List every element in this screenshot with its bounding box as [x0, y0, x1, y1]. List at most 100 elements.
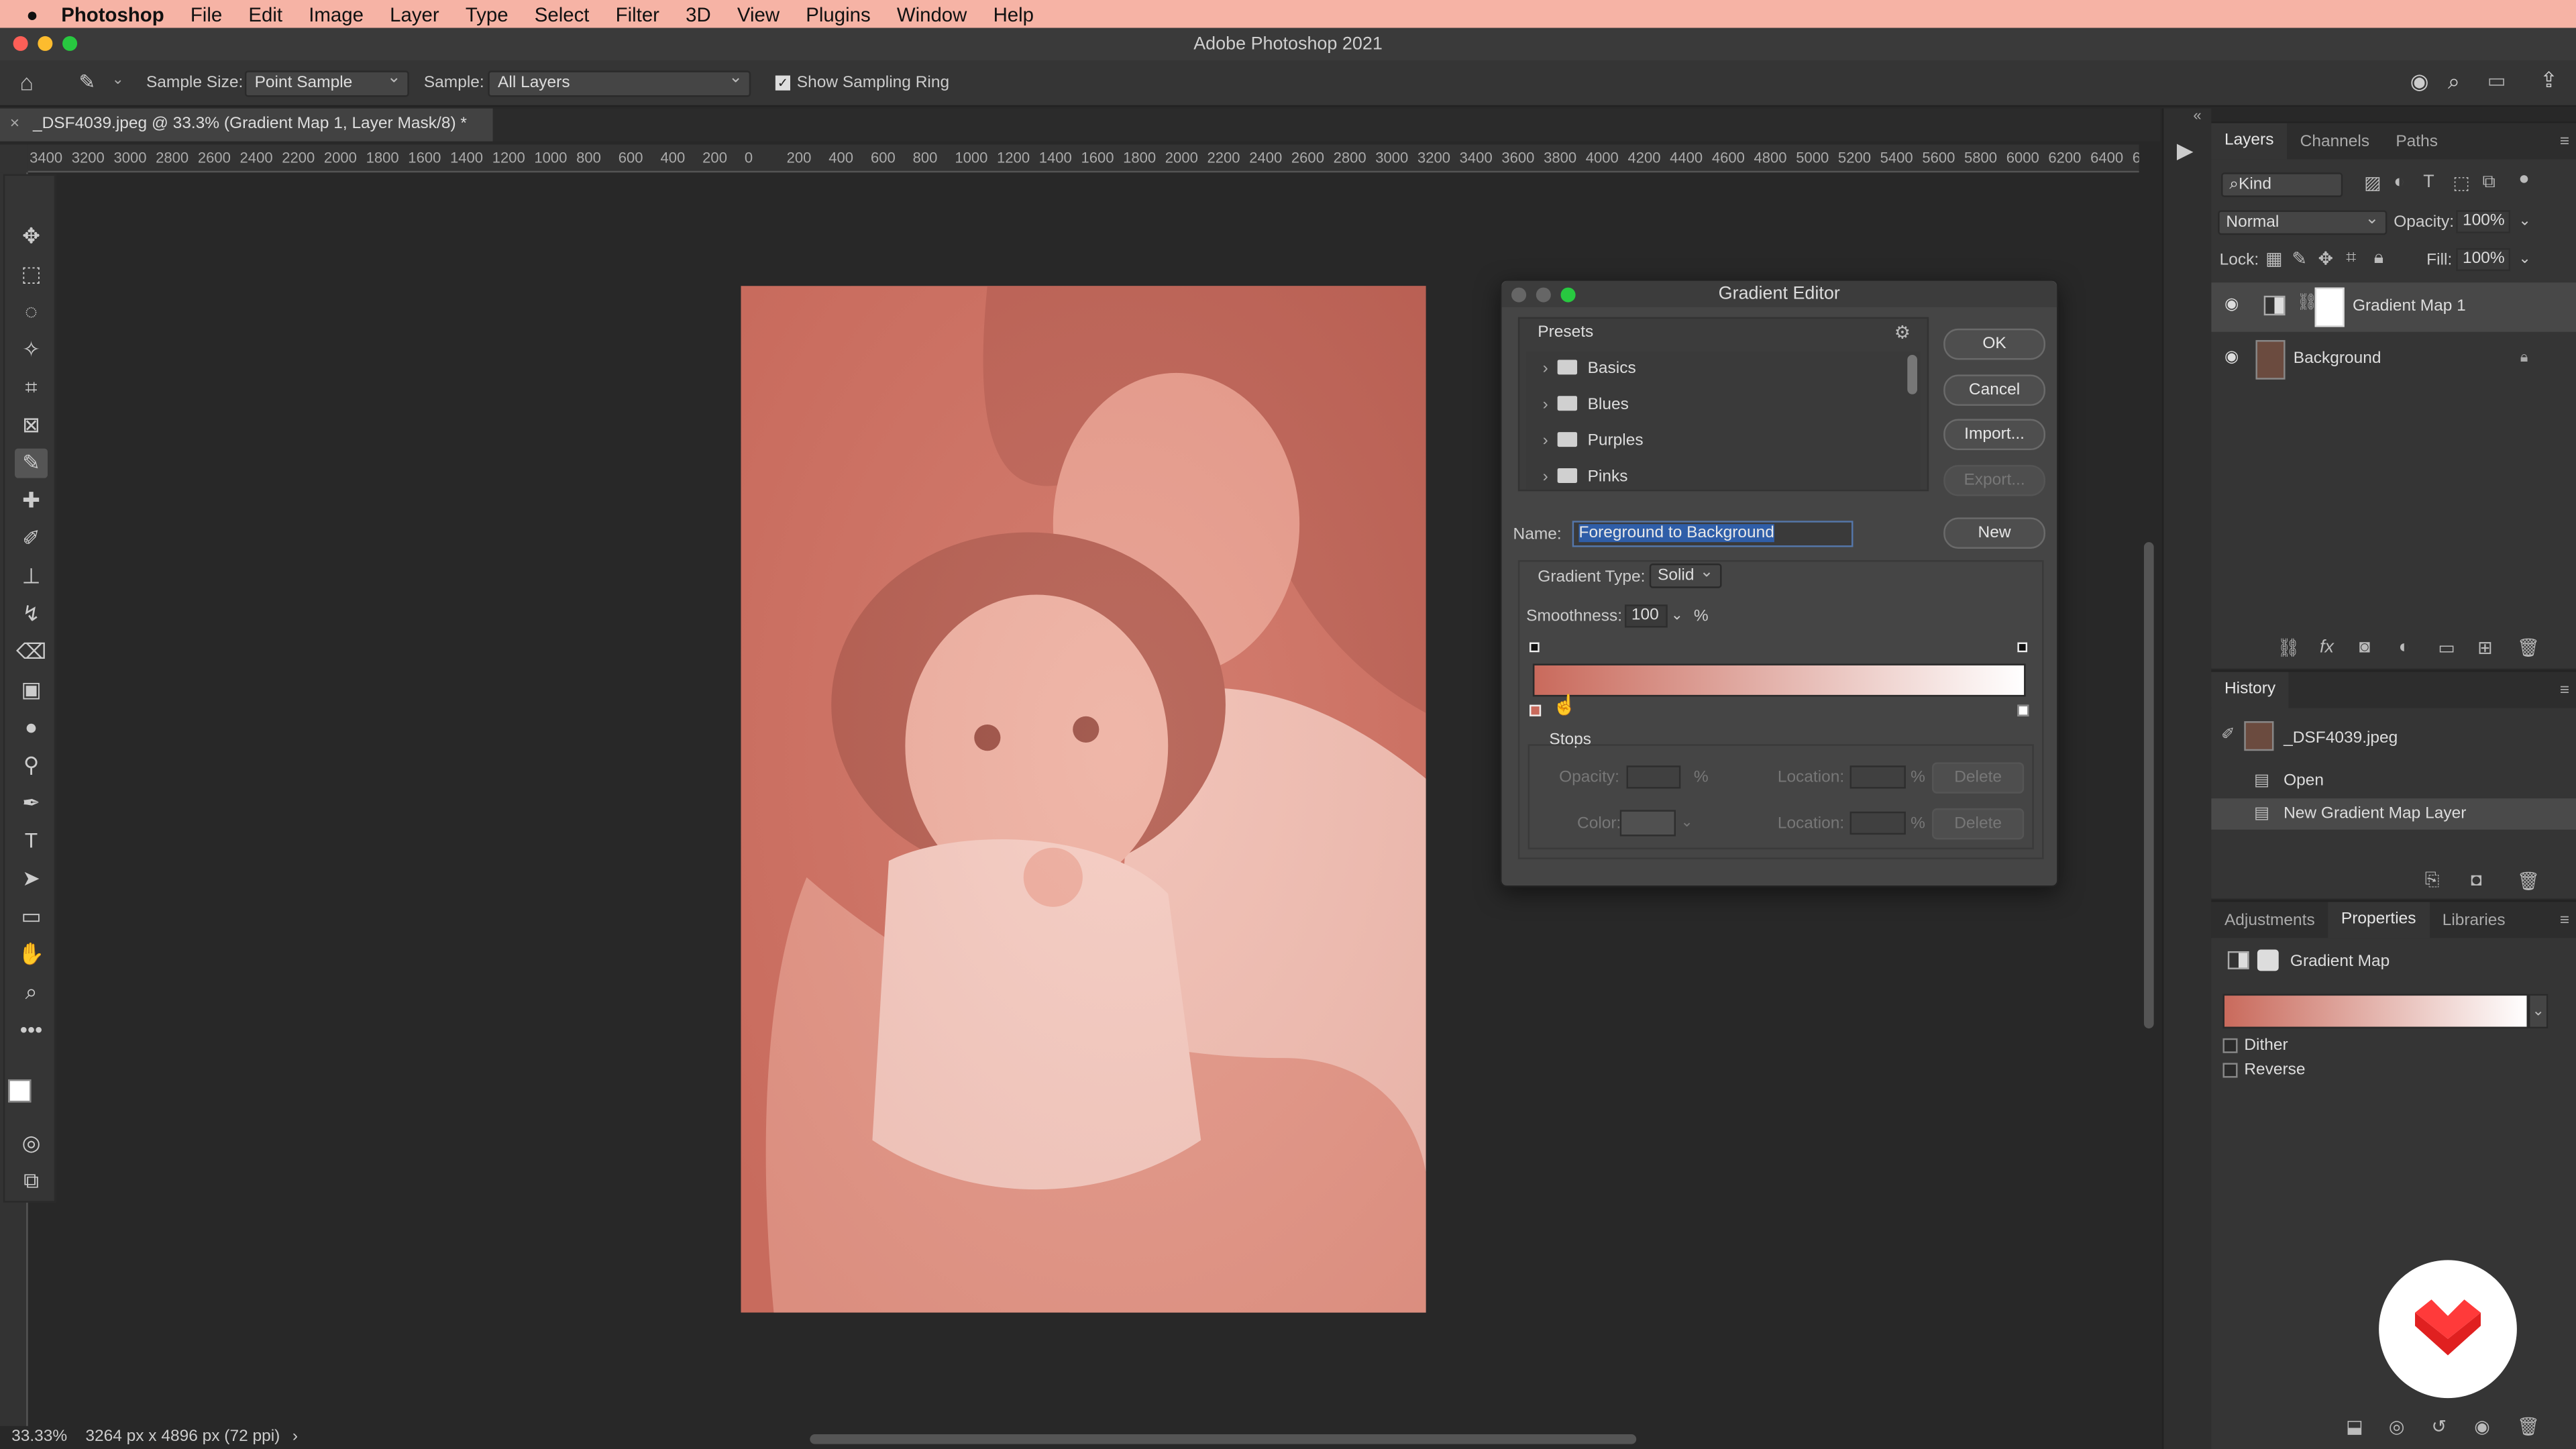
brush-tool-icon[interactable]: ✐ — [15, 524, 48, 553]
filter-shape-icon[interactable]: ⬚ — [2453, 172, 2469, 194]
menu-3d[interactable]: 3D — [686, 3, 711, 25]
zoom-level[interactable]: 33.33% — [11, 1426, 67, 1449]
gradient-tool-icon[interactable]: ▣ — [15, 676, 48, 705]
history-snapshot[interactable]: ✐ _DSF4039.jpeg — [2211, 718, 2576, 757]
filter-pixel-icon[interactable]: ▨ — [2364, 172, 2381, 194]
dialog-zoom-button[interactable] — [1560, 287, 1576, 303]
stop-opacity-location-input[interactable] — [1849, 765, 1906, 789]
filter-type-icon[interactable]: T — [2423, 172, 2434, 192]
menu-file[interactable]: File — [191, 3, 222, 25]
close-tab-icon[interactable]: × — [10, 109, 19, 142]
layer-mask-thumbnail[interactable] — [2314, 287, 2345, 327]
link-layers-icon[interactable]: ⛓︎ — [2277, 637, 2300, 659]
gradient-name-input[interactable]: Foreground to Background — [1572, 521, 1854, 547]
layer-name[interactable]: Background — [2294, 350, 2381, 368]
opacity-stop-right[interactable] — [2017, 642, 2028, 653]
tab-channels[interactable]: Channels — [2287, 132, 2383, 150]
camera-icon[interactable]: ◘ — [2471, 871, 2481, 890]
marquee-tool-icon[interactable]: ⬚ — [15, 260, 48, 289]
view-previous-state-icon[interactable]: ◎ — [2389, 1416, 2405, 1437]
dialog-close-button[interactable] — [1511, 287, 1527, 303]
layer-name[interactable]: Gradient Map 1 — [2353, 297, 2466, 315]
screen-mode-icon[interactable]: ⧉ — [15, 1167, 48, 1196]
horizontal-scrollbar[interactable] — [810, 1434, 1637, 1444]
sample-size-select[interactable]: Point Sample — [244, 67, 409, 97]
dodge-tool-icon[interactable]: ⚲ — [15, 751, 48, 780]
visibility-eye-icon[interactable]: ◉ — [2224, 296, 2239, 314]
mask-properties-icon[interactable] — [2257, 949, 2279, 971]
rectangle-tool-icon[interactable]: ▭ — [15, 902, 48, 932]
toggle-visibility-icon[interactable]: ◉ — [2474, 1416, 2490, 1437]
visibility-eye-icon[interactable]: ◉ — [2224, 348, 2239, 366]
eyedropper-tool-icon[interactable]: ✎ — [15, 448, 48, 478]
opacity-chevron-icon[interactable]: ⌄ — [2518, 212, 2530, 230]
cancel-button[interactable]: Cancel — [1943, 374, 2046, 406]
filter-toggle-icon[interactable]: ● — [2518, 169, 2529, 189]
menu-view[interactable]: View — [737, 3, 780, 25]
menu-type[interactable]: Type — [466, 3, 508, 25]
crop-tool-icon[interactable]: ⌗ — [15, 373, 48, 402]
new-layer-icon[interactable]: ⊞ — [2477, 637, 2493, 659]
gradient-picker-chevron-icon[interactable]: ⌄ — [2528, 994, 2548, 1029]
ok-button[interactable]: OK — [1943, 328, 2046, 360]
type-tool-icon[interactable]: T — [15, 826, 48, 856]
path-selection-tool-icon[interactable]: ➤ — [15, 864, 48, 894]
tool-preset-chevron-icon[interactable]: ⌄ — [112, 70, 124, 89]
move-tool-icon[interactable]: ✥ — [15, 222, 48, 252]
panel-menu-icon[interactable]: ≡ — [2546, 132, 2576, 150]
fill-input[interactable]: 100% — [2456, 248, 2511, 272]
preset-folder-purples[interactable]: › Purples — [1543, 429, 1644, 455]
tab-paths[interactable]: Paths — [2383, 132, 2451, 150]
dither-checkbox[interactable] — [2222, 1038, 2238, 1053]
menu-help[interactable]: Help — [994, 3, 1034, 25]
document-info[interactable]: 3264 px x 4896 px (72 ppi) — [85, 1426, 280, 1449]
clone-stamp-tool-icon[interactable]: ⊥ — [15, 562, 48, 592]
blend-mode-select[interactable]: Normal ⌄ — [2218, 210, 2387, 235]
more-tools-icon[interactable]: ••• — [15, 1015, 48, 1044]
stop-color-chevron-icon[interactable]: ⌄ — [1680, 813, 1693, 831]
reverse-checkbox[interactable] — [2222, 1063, 2238, 1078]
home-icon[interactable]: ⌂ — [19, 69, 34, 95]
menu-app-name[interactable]: Photoshop — [61, 3, 164, 25]
history-item-open[interactable]: ▤ Open — [2211, 765, 2576, 797]
document-tab[interactable]: × _DSF4039.jpeg @ 33.3% (Gradient Map 1,… — [0, 108, 493, 142]
healing-brush-tool-icon[interactable]: ✚ — [15, 486, 48, 516]
delete-opacity-stop-button[interactable]: Delete — [1932, 762, 2025, 794]
lock-artboard-icon[interactable]: ⌗ — [2346, 248, 2356, 270]
gradient-type-select[interactable]: Solid ⌄ — [1649, 564, 1722, 588]
layer-row-gradient-map[interactable]: ◉ ⛓︎ Gradient Map 1 — [2211, 282, 2576, 332]
panel-menu-icon[interactable]: ≡ — [2546, 681, 2576, 699]
menu-filter[interactable]: Filter — [616, 3, 659, 25]
color-stop-right[interactable] — [2017, 704, 2029, 716]
share-icon[interactable]: ⇪ — [2540, 67, 2558, 93]
presets-gear-icon[interactable]: ⚙ — [1894, 322, 1911, 343]
collapse-panels-icon[interactable]: « — [2193, 107, 2201, 123]
tab-adjustments[interactable]: Adjustments — [2211, 911, 2328, 929]
vertical-scrollbar[interactable] — [2143, 542, 2154, 1029]
quick-mask-icon[interactable]: ◎ — [15, 1128, 48, 1158]
status-chevron-icon[interactable]: › — [292, 1426, 298, 1449]
add-mask-icon[interactable]: ◙ — [2359, 637, 2370, 657]
smoothness-chevron-icon[interactable]: ⌄ — [1671, 606, 1683, 625]
frame-tool-icon[interactable]: ⊠ — [15, 411, 48, 440]
preset-folder-blues[interactable]: › Blues — [1543, 392, 1629, 419]
menu-edit[interactable]: Edit — [248, 3, 282, 25]
menu-window[interactable]: Window — [897, 3, 967, 25]
apple-icon[interactable]: ● — [26, 3, 38, 25]
foreground-color-swatch[interactable] — [8, 1079, 32, 1103]
lasso-tool-icon[interactable]: ◌ — [15, 297, 48, 327]
reset-icon[interactable]: ↺ — [2432, 1416, 2447, 1437]
tab-history[interactable]: History — [2211, 672, 2289, 708]
workspace-icon[interactable]: ▭ — [2487, 69, 2506, 92]
export-button[interactable]: Export... — [1943, 465, 2046, 496]
history-brush-tool-icon[interactable]: ↯ — [15, 600, 48, 629]
delete-adjustment-icon[interactable]: 🗑︎ — [2517, 1416, 2540, 1437]
minimize-window-button[interactable] — [38, 36, 53, 51]
stop-opacity-input[interactable] — [1626, 765, 1681, 789]
lock-position-icon[interactable]: ✥ — [2318, 248, 2334, 269]
tab-layers[interactable]: Layers — [2211, 123, 2288, 160]
history-item-new-gradient-map[interactable]: ▤ New Gradient Map Layer — [2211, 798, 2576, 830]
user-icon[interactable]: ◉ — [2410, 69, 2429, 95]
blur-tool-icon[interactable]: ● — [15, 713, 48, 743]
layer-row-background[interactable]: ◉ Background 🔒︎ — [2211, 335, 2576, 384]
